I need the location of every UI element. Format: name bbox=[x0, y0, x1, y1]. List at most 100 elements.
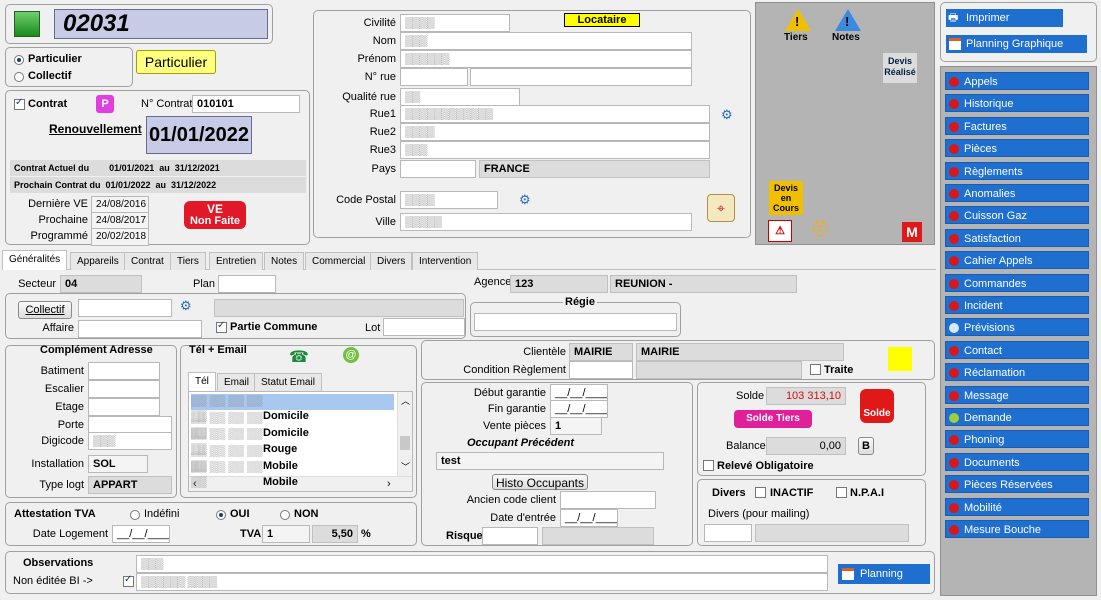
civilite-field[interactable]: ▒▒▒▒ bbox=[400, 14, 510, 32]
secteur-field[interactable]: 04 bbox=[60, 275, 142, 293]
releve-checkbox[interactable] bbox=[703, 460, 714, 471]
num-contrat-field[interactable]: 010101 bbox=[192, 95, 300, 113]
installation-field[interactable]: SOL bbox=[88, 455, 148, 473]
sidebar-item-15[interactable]: Demande bbox=[945, 408, 1089, 426]
sidebar-item-8[interactable]: Cahier Appels bbox=[945, 251, 1089, 270]
sidebar-item-7[interactable]: Satisfaction bbox=[945, 228, 1089, 247]
sidebar-item-20[interactable]: Mesure Bouche bbox=[945, 520, 1089, 538]
tab-8[interactable]: Intervention bbox=[412, 252, 479, 270]
collectif-button[interactable]: Collectif bbox=[18, 301, 72, 319]
notes-alert[interactable] bbox=[835, 9, 861, 31]
tab-0[interactable]: Généralités bbox=[2, 250, 68, 270]
collectif-field[interactable] bbox=[78, 299, 172, 317]
sidebar-item-18[interactable]: Pièces Réservées bbox=[945, 475, 1089, 494]
type-logt-field[interactable]: APPART bbox=[88, 476, 172, 494]
rue1-field[interactable]: ▒▒▒▒▒▒▒▒▒▒▒▒ bbox=[400, 105, 710, 123]
sidebar-item-12[interactable]: Contact bbox=[945, 340, 1089, 359]
occupant-field[interactable]: test bbox=[436, 452, 664, 470]
sidebar-item-2[interactable]: Factures bbox=[945, 116, 1089, 135]
sidebar-item-4[interactable]: Règlements bbox=[945, 161, 1089, 180]
sidebar-item-10[interactable]: Incident bbox=[945, 296, 1089, 314]
sidebar-item-19[interactable]: Mobilité bbox=[945, 497, 1089, 516]
fin-garantie-field[interactable]: __/__/____ bbox=[550, 400, 608, 418]
collectif-radio[interactable] bbox=[14, 72, 24, 82]
scroll-thumb[interactable] bbox=[400, 436, 410, 450]
tab-1[interactable]: Appareils bbox=[70, 252, 126, 270]
agence-code-field[interactable]: 123 bbox=[510, 275, 608, 293]
sidebar-item-9[interactable]: Commandes bbox=[945, 273, 1089, 292]
plan-field[interactable] bbox=[218, 275, 276, 293]
gear-icon[interactable]: ⚙ bbox=[180, 298, 192, 314]
email-icon[interactable]: @ bbox=[343, 347, 359, 363]
sidebar-item-17[interactable]: Documents bbox=[945, 452, 1089, 471]
affaire-field[interactable] bbox=[78, 320, 202, 338]
renouvellement-link[interactable]: Renouvellement bbox=[49, 122, 142, 136]
escalier-field[interactable] bbox=[88, 380, 160, 398]
rue2-field[interactable]: ▒▒▒▒ bbox=[400, 123, 710, 141]
solde-tiers-button[interactable]: Solde Tiers bbox=[734, 410, 812, 428]
clientele-code-field[interactable]: MAIRIE bbox=[569, 343, 633, 361]
status-icon[interactable] bbox=[14, 11, 40, 37]
condition-name-field[interactable] bbox=[636, 361, 802, 379]
cp-field[interactable]: ▒▒▒▒ bbox=[400, 191, 498, 209]
regie-field[interactable] bbox=[474, 313, 677, 331]
balance-field[interactable]: 0,00 bbox=[766, 437, 846, 455]
tab-2[interactable]: Contrat bbox=[124, 252, 171, 270]
tva-rate-field[interactable]: 5,50 bbox=[312, 525, 358, 543]
sidebar-item-3[interactable]: Pièces bbox=[945, 139, 1089, 158]
scroll-up-icon[interactable]: ︿ bbox=[401, 394, 410, 407]
histo-occupants-button[interactable]: Histo Occupants bbox=[492, 474, 588, 490]
tab-3[interactable]: Tiers bbox=[170, 252, 206, 270]
lot-field[interactable] bbox=[383, 318, 465, 336]
mailing-field[interactable] bbox=[755, 524, 909, 542]
ville-field[interactable]: ▒▒▒▒▒ bbox=[400, 213, 692, 231]
pays-field[interactable]: FRANCE bbox=[479, 160, 710, 178]
tva-code-field[interactable]: 1 bbox=[262, 525, 310, 543]
list-item[interactable]: ▒▒ ▒▒ ▒▒ ▒▒ ▒▒ Rouge bbox=[191, 427, 394, 455]
tiers-alert[interactable] bbox=[785, 9, 811, 31]
mailing-code-field[interactable] bbox=[704, 524, 752, 542]
danger-icon[interactable]: ⚠ bbox=[768, 220, 792, 242]
risque-code-field[interactable] bbox=[482, 527, 538, 545]
non-radio[interactable] bbox=[280, 510, 290, 520]
non-editee-checkbox[interactable] bbox=[123, 574, 134, 587]
oui-radio[interactable] bbox=[216, 510, 226, 520]
non-editee-field[interactable]: ▒▒▒▒▒▒ ▒▒▒▒ bbox=[136, 573, 828, 591]
programme-field[interactable]: 20/02/2018 bbox=[91, 228, 149, 246]
tel-tab[interactable]: Tél bbox=[188, 372, 216, 392]
digicode-field[interactable]: ▒▒▒ bbox=[88, 432, 172, 450]
planning-graphique-button[interactable]: Planning Graphique bbox=[946, 35, 1087, 53]
tab-6[interactable]: Commercial bbox=[305, 252, 373, 270]
date-logement-field[interactable]: __/__/____ bbox=[112, 525, 170, 543]
contrat-checkbox[interactable] bbox=[14, 97, 25, 110]
traite-checkbox[interactable] bbox=[810, 364, 821, 375]
sidebar-item-13[interactable]: Réclamation bbox=[945, 363, 1089, 382]
npai-checkbox[interactable] bbox=[836, 487, 847, 498]
ancien-code-field[interactable] bbox=[560, 491, 656, 509]
list-item[interactable]: ▒▒ ▒▒ ▒▒ ▒▒ ▒▒ Domicile bbox=[191, 394, 394, 422]
phone-icon[interactable]: ☎ bbox=[289, 347, 309, 367]
planning-button[interactable]: Planning bbox=[838, 564, 930, 584]
batiment-field[interactable] bbox=[88, 362, 160, 380]
prenom-field[interactable]: ▒▒▒▒▒▒ bbox=[400, 50, 692, 68]
indefini-radio[interactable] bbox=[130, 510, 140, 520]
observations-field[interactable]: ▒▒▒ bbox=[136, 555, 828, 573]
list-item[interactable]: ▒▒ ▒▒ ▒▒ ▒▒ ▒▒ Mobile bbox=[191, 460, 394, 488]
pays-code-field[interactable] bbox=[400, 160, 476, 178]
sidebar-item-0[interactable]: Appels bbox=[945, 72, 1089, 90]
map-icon[interactable]: ⌖ bbox=[707, 194, 735, 222]
gear-icon[interactable]: ⚙ bbox=[721, 107, 733, 123]
tab-5[interactable]: Notes bbox=[264, 252, 305, 270]
collectif-name-field[interactable] bbox=[214, 299, 464, 317]
partie-commune-checkbox[interactable] bbox=[216, 320, 227, 333]
clientele-name-field[interactable]: MAIRIE bbox=[636, 343, 844, 361]
sidebar-item-5[interactable]: Anomalies bbox=[945, 184, 1089, 202]
sidebar-item-14[interactable]: Message bbox=[945, 385, 1089, 404]
sidebar-item-6[interactable]: Cuisson Gaz bbox=[945, 206, 1089, 225]
nrue-field[interactable] bbox=[400, 68, 468, 86]
nrue-suffix-field[interactable] bbox=[470, 68, 692, 86]
helmet-icon[interactable]: ⛑ bbox=[809, 220, 831, 240]
tab-7[interactable]: Divers bbox=[370, 252, 413, 270]
vente-pieces-field[interactable]: 1 bbox=[550, 417, 602, 435]
qualite-field[interactable]: ▒▒ bbox=[400, 88, 520, 106]
